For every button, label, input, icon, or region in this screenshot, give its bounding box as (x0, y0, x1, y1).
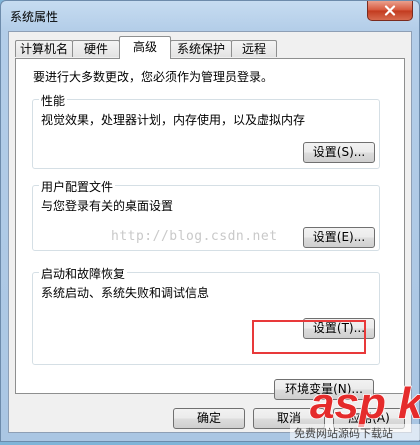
tab-system-protection[interactable]: 系统保护 (170, 40, 232, 57)
window-title: 系统属性 (10, 10, 59, 24)
tab-computer-name[interactable]: 计算机名 (15, 40, 73, 57)
user-profiles-group-title: 用户配置文件 (39, 178, 116, 195)
apply-button[interactable]: 应用(A) (333, 408, 405, 429)
performance-settings-button[interactable]: 设置(S)... (303, 142, 375, 163)
tab-remote[interactable]: 远程 (231, 40, 277, 57)
title-bar[interactable]: 系统属性 (1, 1, 419, 31)
user-profiles-group: 用户配置文件 与您登录有关的桌面设置 设置(E)... (32, 178, 380, 251)
performance-group-title: 性能 (39, 92, 68, 109)
startup-recovery-description: 系统启动、系统失败和调试信息 (41, 286, 210, 300)
dialog-client-area: 计算机名 硬件 高级 系统保护 远程 要进行大多数更改，您必须作为管理员登录。 … (8, 31, 412, 433)
environment-variables-highlight (252, 320, 366, 354)
performance-group: 性能 视觉效果，处理器计划，内存使用，以及虚拟内存 设置(S)... (32, 92, 380, 169)
system-properties-window: 系统属性 计算机名 硬件 高级 系统保护 远程 要进行大多数更改，您必须作为管理… (0, 0, 420, 442)
ok-button[interactable]: 确定 (173, 408, 245, 429)
performance-description: 视觉效果，处理器计划，内存使用，以及虚拟内存 (41, 113, 306, 127)
user-profiles-description: 与您登录有关的桌面设置 (41, 199, 174, 213)
startup-recovery-group-title: 启动和故障恢复 (39, 265, 128, 282)
tab-advanced[interactable]: 高级 (119, 36, 171, 59)
close-button[interactable] (367, 1, 413, 21)
tab-hardware[interactable]: 硬件 (72, 40, 120, 57)
tab-strip: 计算机名 硬件 高级 系统保护 远程 (15, 36, 405, 59)
close-icon (384, 5, 396, 16)
cancel-button[interactable]: 取消 (253, 408, 325, 429)
environment-variables-button[interactable]: 环境变量(N)... (274, 379, 374, 400)
admin-note: 要进行大多数更改，您必须作为管理员登录。 (33, 70, 274, 84)
user-profiles-settings-button[interactable]: 设置(E)... (303, 227, 375, 248)
